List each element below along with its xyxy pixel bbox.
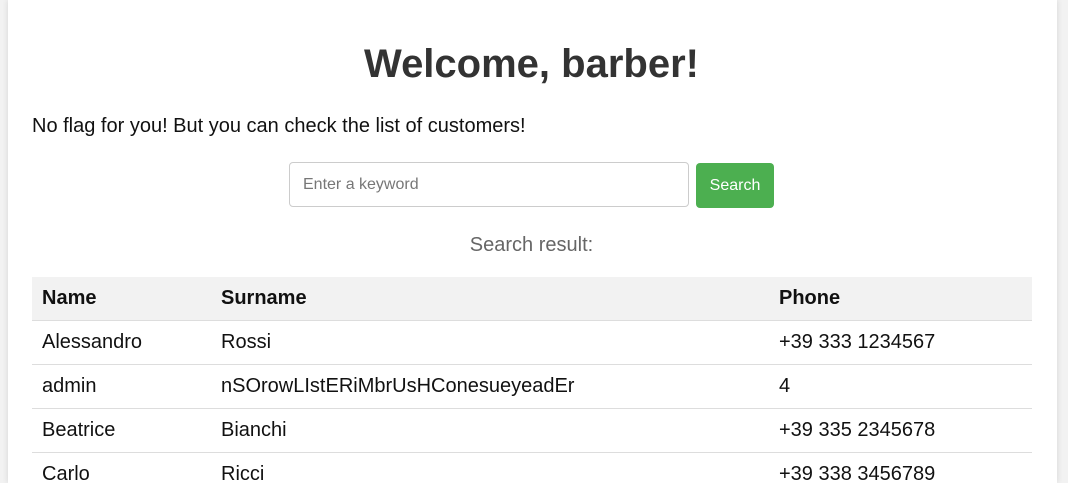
table-header-row: Name Surname Phone xyxy=(32,277,1032,321)
page-subtitle: No flag for you! But you can check the l… xyxy=(32,115,526,137)
cell-phone: +39 338 3456789 xyxy=(769,452,1032,483)
cell-name: Carlo xyxy=(32,452,211,483)
cell-surname: nSOrowLIstERiMbrUsHConesueyeadEr xyxy=(211,364,769,409)
search-result-label: Search result: xyxy=(469,234,594,256)
customers-table: Name Surname Phone Alessandro Rossi +39 … xyxy=(32,277,1032,483)
table-row: admin nSOrowLIstERiMbrUsHConesueyeadEr 4 xyxy=(32,364,1032,409)
search-input[interactable] xyxy=(289,162,689,207)
cell-phone: +39 333 1234567 xyxy=(769,320,1032,365)
column-header-surname: Surname xyxy=(211,277,769,321)
cell-name: Alessandro xyxy=(32,320,211,365)
column-header-phone: Phone xyxy=(769,277,1032,321)
cell-phone: 4 xyxy=(769,364,1032,409)
column-header-name: Name xyxy=(32,277,211,321)
cell-name: admin xyxy=(32,364,211,409)
cell-name: Beatrice xyxy=(32,408,211,453)
cell-surname: Ricci xyxy=(211,452,769,483)
table-row: Alessandro Rossi +39 333 1234567 xyxy=(32,320,1032,365)
main-panel: Welcome, barber! No flag for you! But yo… xyxy=(8,0,1057,483)
search-button[interactable]: Search xyxy=(696,163,774,208)
page-title: Welcome, barber! xyxy=(364,42,699,86)
table-row: Carlo Ricci +39 338 3456789 xyxy=(32,452,1032,483)
cell-surname: Bianchi xyxy=(211,408,769,453)
cell-surname: Rossi xyxy=(211,320,769,365)
table-row: Beatrice Bianchi +39 335 2345678 xyxy=(32,408,1032,453)
cell-phone: +39 335 2345678 xyxy=(769,408,1032,453)
